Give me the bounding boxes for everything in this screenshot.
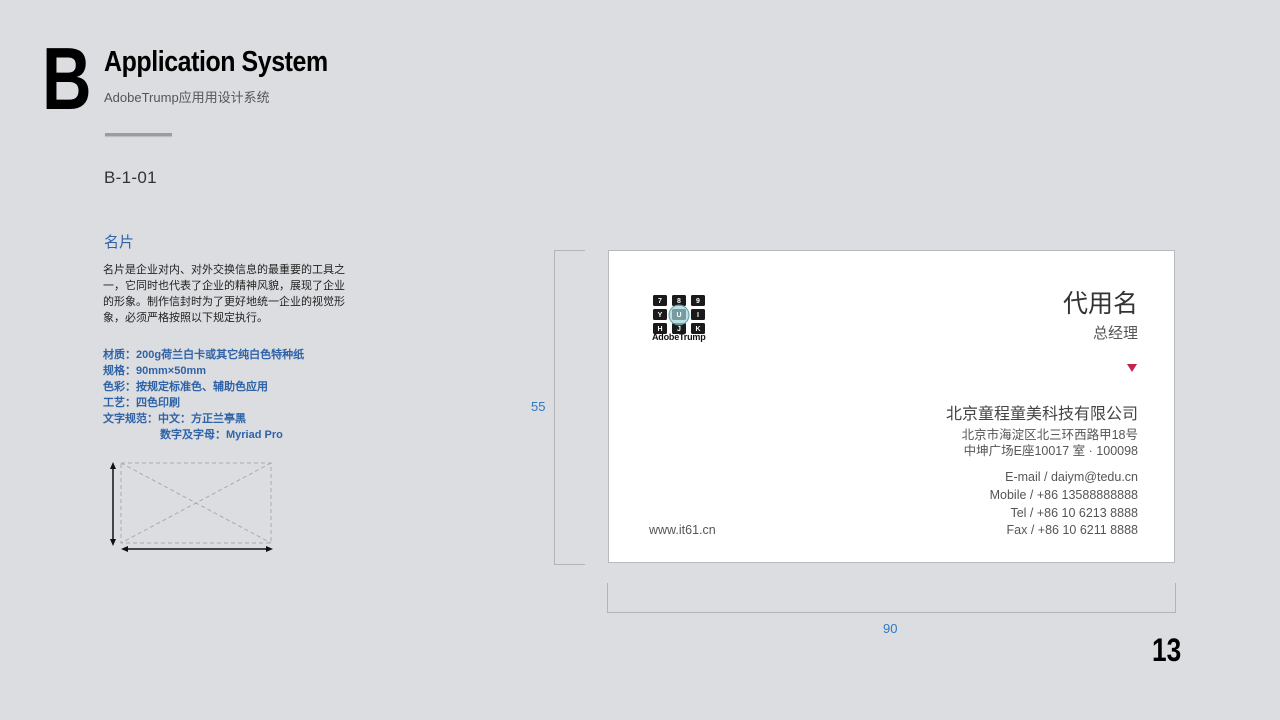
height-dimension-line: [554, 250, 585, 565]
logo-wordmark: AdobeTrump: [652, 332, 706, 342]
width-dimension-line: [607, 583, 1176, 613]
card-website: www.it61.cn: [649, 523, 716, 537]
card-company: 北京童程童美科技有限公司: [945, 406, 1138, 423]
card-mobile: Mobile / +86 13588888888: [989, 488, 1138, 502]
page-title: Application System: [104, 46, 328, 78]
logo-key: I: [697, 312, 699, 319]
card-fax: Fax / +86 10 6211 8888: [1006, 523, 1138, 537]
card-name: 代用名: [1062, 290, 1138, 318]
card-tel: Tel / +86 10 6213 8888: [1010, 506, 1138, 520]
card-email: E-mail / daiym@tedu.cn: [1005, 470, 1138, 484]
spec-item: 材质：200g荷兰白卡或其它纯白色特种纸: [103, 349, 305, 361]
logo-key: Y: [658, 312, 663, 319]
section-code: B-1-01: [104, 168, 157, 187]
spec-item: 数字及字母：Myriad Pro: [160, 429, 283, 441]
section-letter: B: [42, 29, 92, 128]
spec-list: 材质：200g荷兰白卡或其它纯白色特种纸 规格：90mm×50mm 色彩：按规定…: [103, 347, 304, 443]
accent-triangle-icon: [1127, 364, 1137, 372]
height-dimension-label: 55: [531, 399, 546, 414]
logo-key: 9: [696, 298, 700, 305]
section-heading: 名片: [104, 234, 135, 251]
card-size-diagram: [110, 462, 273, 552]
page-number: 13: [1152, 632, 1182, 668]
spec-item: 规格：90mm×50mm: [103, 365, 207, 377]
card-address-line2: 中坤广场E座10017 室 · 100098: [963, 444, 1138, 458]
logo-key: 7: [658, 298, 662, 305]
card-position: 总经理: [1092, 325, 1138, 342]
spec-item: 色彩：按规定标准色、辅助色应用: [103, 381, 268, 393]
logo-key: U: [676, 312, 681, 319]
page-subtitle: AdobeTrump应用用设计系统: [104, 90, 270, 105]
width-dimension-label: 90: [883, 621, 898, 636]
spec-item: 工艺：四色印刷: [103, 397, 180, 409]
title-divider: [105, 133, 172, 136]
logo-key: 8: [677, 298, 681, 305]
spec-item: 文字规范：中文：方正兰亭黑: [103, 413, 246, 425]
business-card: 7 8 9 Y U I H J K AdobeTrump 代用名 总经理 北京童…: [608, 250, 1175, 563]
description-paragraph: 名片是企业对内、对外交换信息的最重要的工具之一，它同时也代表了企业的精神风貌，展…: [103, 264, 345, 324]
